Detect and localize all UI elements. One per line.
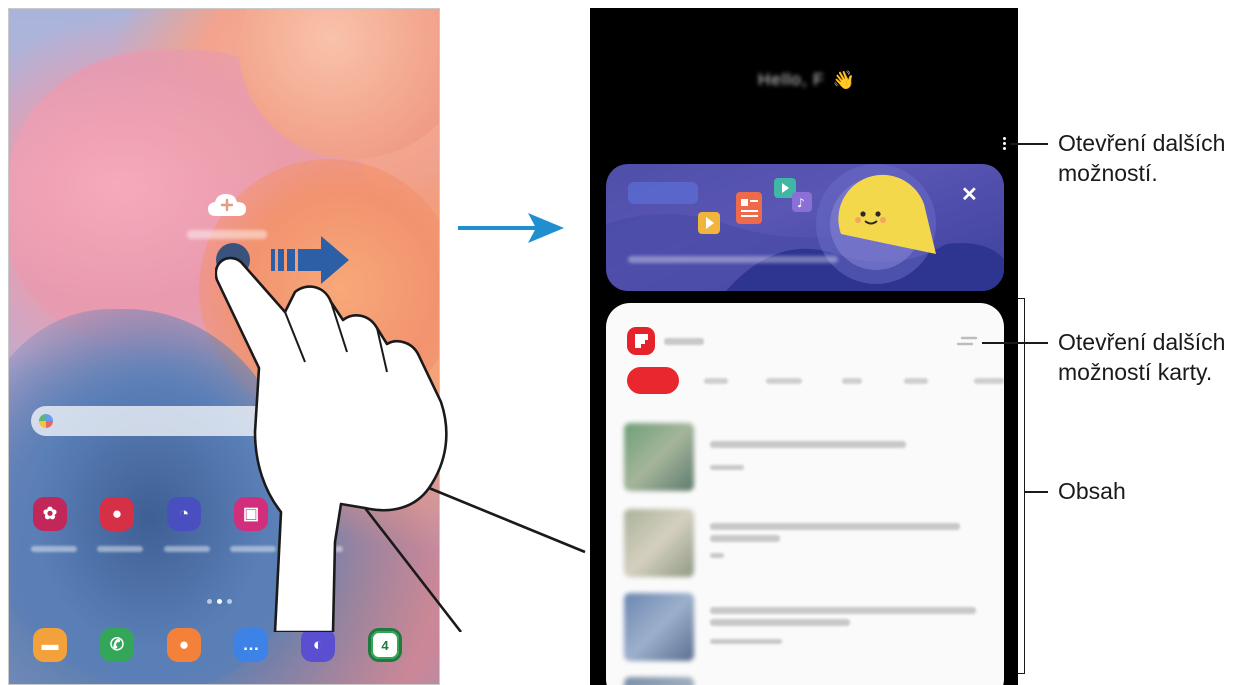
clock-icon[interactable]: ◔ bbox=[167, 497, 201, 531]
contacts-icon[interactable]: ● bbox=[167, 628, 201, 662]
welcome-banner-card[interactable]: ♪ ✕ bbox=[606, 164, 1004, 291]
category-tab-active[interactable] bbox=[627, 367, 679, 394]
article-headline[interactable] bbox=[710, 619, 850, 626]
banner-close-button[interactable]: ✕ bbox=[961, 182, 978, 207]
article-thumbnail[interactable] bbox=[624, 509, 694, 577]
article-thumbnail[interactable] bbox=[624, 677, 694, 685]
gallery-icon[interactable]: ✿ bbox=[33, 497, 67, 531]
wave-icon: 👋 bbox=[832, 69, 855, 90]
article-source bbox=[710, 553, 724, 558]
app-label bbox=[97, 546, 143, 552]
article-source bbox=[710, 639, 782, 644]
more-options-icon[interactable] bbox=[1003, 137, 1007, 151]
greeting-text: Hello, F bbox=[758, 70, 825, 89]
google-icon bbox=[39, 414, 53, 428]
banner-illustration: ♪ bbox=[606, 164, 1004, 291]
callout-line-2: možností. bbox=[1058, 160, 1158, 186]
callout-line bbox=[1010, 143, 1048, 145]
callout-line bbox=[982, 342, 1048, 344]
cloud-hint-text bbox=[187, 230, 267, 239]
callout-card-options: Otevření dalších možností karty. bbox=[1058, 327, 1225, 387]
internet-icon[interactable]: ◐ bbox=[301, 628, 335, 662]
card-title bbox=[664, 338, 704, 345]
app-label bbox=[164, 546, 210, 552]
flipboard-content-card[interactable] bbox=[606, 303, 1004, 685]
callout-line-1: Otevření dalších bbox=[1058, 130, 1226, 156]
files-icon[interactable]: ▬ bbox=[33, 628, 67, 662]
callout-line-1: Otevření dalších bbox=[1058, 329, 1226, 355]
category-tab[interactable] bbox=[766, 378, 802, 384]
callout-content: Obsah bbox=[1058, 478, 1126, 504]
flipboard-logo-icon bbox=[627, 327, 655, 355]
cloud-add-icon[interactable] bbox=[206, 192, 248, 218]
phone-icon[interactable]: ✆ bbox=[100, 628, 134, 662]
banner-hint-text bbox=[628, 256, 838, 263]
calendar-icon[interactable]: 4 bbox=[368, 628, 402, 662]
article-headline[interactable] bbox=[710, 607, 976, 614]
hand-gesture-illustration bbox=[215, 256, 586, 632]
free-panel-screen: Hello, F 👋 ♪ ✕ bbox=[590, 8, 1018, 685]
article-thumbnail[interactable] bbox=[624, 593, 694, 661]
content-bracket bbox=[1017, 298, 1025, 674]
article-headline[interactable] bbox=[710, 441, 906, 448]
category-tab[interactable] bbox=[842, 378, 862, 384]
category-tab[interactable] bbox=[974, 378, 1004, 384]
card-options-icon[interactable] bbox=[956, 334, 978, 348]
category-tab[interactable] bbox=[704, 378, 728, 384]
camera-icon[interactable]: ● bbox=[100, 497, 134, 531]
messages-icon[interactable]: … bbox=[234, 628, 268, 662]
transition-arrow-icon bbox=[458, 213, 564, 243]
article-thumbnail[interactable] bbox=[624, 423, 694, 491]
callout-line bbox=[1025, 491, 1048, 493]
svg-text:♪: ♪ bbox=[797, 196, 805, 210]
category-tab[interactable] bbox=[904, 378, 928, 384]
app-label bbox=[31, 546, 77, 552]
callout-line-2: možností karty. bbox=[1058, 359, 1213, 385]
article-headline[interactable] bbox=[710, 535, 780, 542]
callout-more-options: Otevření dalších možností. bbox=[1058, 128, 1225, 188]
article-source bbox=[710, 465, 744, 470]
article-headline[interactable] bbox=[710, 523, 960, 530]
greeting: Hello, F 👋 bbox=[758, 68, 855, 92]
